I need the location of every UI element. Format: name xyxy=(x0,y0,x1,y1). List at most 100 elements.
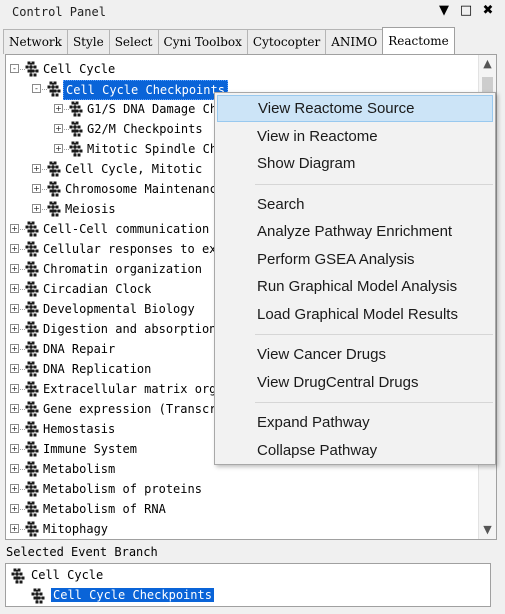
pathway-tree-icon xyxy=(24,501,41,517)
dropdown-icon[interactable]: ▼ xyxy=(437,3,451,18)
tree-row-label[interactable]: Digestion and absorption xyxy=(41,319,218,339)
menu-item-show-diagram[interactable]: Show Diagram xyxy=(217,150,493,177)
pathway-tree-icon xyxy=(10,568,27,584)
collapse-icon[interactable]: - xyxy=(32,84,41,93)
pathway-tree-icon xyxy=(24,361,41,377)
pathway-tree-icon xyxy=(24,241,41,257)
tree-row[interactable]: + Metabolism of proteins xyxy=(6,479,480,499)
tree-row-label[interactable]: Cell Cycle xyxy=(41,59,117,79)
pathway-tree-icon xyxy=(24,521,41,537)
tab-cytocopter[interactable]: Cytocopter xyxy=(246,29,327,54)
menu-separator xyxy=(255,334,493,335)
menu-item-view-reactome-source[interactable]: View Reactome Source xyxy=(217,95,493,122)
expand-icon[interactable]: + xyxy=(10,384,19,393)
expand-icon[interactable]: + xyxy=(54,144,63,153)
tab-style[interactable]: Style xyxy=(66,29,110,54)
tree-row[interactable]: + Metabolism of RNA xyxy=(6,499,480,519)
expand-icon[interactable]: + xyxy=(32,184,41,193)
tree-row-label[interactable]: Cell Cycle, Mitotic xyxy=(63,159,204,179)
pathway-tree-icon xyxy=(24,381,41,397)
tree-row-label[interactable]: DNA Replication xyxy=(41,359,153,379)
tab-reactome[interactable]: Reactome xyxy=(382,27,455,54)
maximize-icon[interactable]: □ xyxy=(459,3,473,18)
tree-row-label[interactable]: Mitophagy xyxy=(41,519,110,539)
tab-cyni-toolbox[interactable]: Cyni Toolbox xyxy=(157,29,248,54)
expand-icon[interactable]: + xyxy=(54,124,63,133)
tree-row-label[interactable]: G2/M Checkpoints xyxy=(85,119,205,139)
menu-separator xyxy=(255,402,493,403)
pathway-tree-icon xyxy=(24,221,41,237)
menu-item-run-graphical-model-analysis[interactable]: Run Graphical Model Analysis xyxy=(217,273,493,300)
expand-icon[interactable]: + xyxy=(54,104,63,113)
branch-item[interactable]: Cell Cycle Checkpoints xyxy=(30,585,214,605)
scroll-up-icon[interactable]: ▲ xyxy=(479,55,496,73)
expand-icon[interactable]: + xyxy=(10,524,19,533)
pathway-tree-icon xyxy=(68,121,85,137)
menu-item-collapse-pathway[interactable]: Collapse Pathway xyxy=(217,437,493,464)
expand-icon[interactable]: + xyxy=(10,464,19,473)
menu-item-perform-gsea-analysis[interactable]: Perform GSEA Analysis xyxy=(217,246,493,273)
expand-icon[interactable]: + xyxy=(10,364,19,373)
menu-item-search[interactable]: Search xyxy=(217,191,493,218)
tree-row-label[interactable]: Metabolism of proteins xyxy=(41,479,204,499)
pathway-tree-icon xyxy=(24,421,41,437)
pathway-tree-icon xyxy=(68,141,85,157)
window-controls: ▼ □ ✖ xyxy=(437,3,495,18)
tree-row-label[interactable]: Cell Cycle Checkpoints xyxy=(63,80,228,100)
pathway-tree-icon xyxy=(24,341,41,357)
scroll-down-icon[interactable]: ▼ xyxy=(479,521,496,539)
expand-icon[interactable]: + xyxy=(10,344,19,353)
tree-row-label[interactable]: Chromosome Maintenance xyxy=(63,179,226,199)
expand-icon[interactable]: + xyxy=(10,224,19,233)
title-bar: Control Panel ▼ □ ✖ xyxy=(0,0,505,26)
menu-item-expand-pathway[interactable]: Expand Pathway xyxy=(217,409,493,436)
expand-icon[interactable]: + xyxy=(10,484,19,493)
expand-icon[interactable]: + xyxy=(10,284,19,293)
selected-event-branch-label: Selected Event Branch xyxy=(6,545,158,559)
tab-strip: Network Style Select Cyni Toolbox Cytocopter… xyxy=(3,27,455,54)
tree-row[interactable]: + Mitophagy xyxy=(6,519,480,539)
expand-icon[interactable]: + xyxy=(32,204,41,213)
menu-item-view-in-reactome[interactable]: View in Reactome xyxy=(217,123,493,150)
tree-row-label[interactable]: Developmental Biology xyxy=(41,299,197,319)
tree-row[interactable]: - Cell Cycle xyxy=(6,59,480,79)
menu-item-load-graphical-model-results[interactable]: Load Graphical Model Results xyxy=(217,301,493,328)
expand-icon[interactable]: + xyxy=(10,444,19,453)
expand-icon[interactable]: + xyxy=(10,304,19,313)
expand-icon[interactable]: + xyxy=(10,504,19,513)
tree-row-label[interactable]: Metabolism of RNA xyxy=(41,499,168,519)
pathway-tree-icon xyxy=(24,301,41,317)
tree-row-label[interactable]: Immune System xyxy=(41,439,139,459)
pathway-tree-icon xyxy=(24,441,41,457)
tree-row-label[interactable]: Meiosis xyxy=(63,199,118,219)
selected-event-branch-panel: Cell Cycle Cell Cycle Checkpoints xyxy=(5,563,491,607)
expand-icon[interactable]: + xyxy=(10,404,19,413)
tree-row-label[interactable]: Circadian Clock xyxy=(41,279,153,299)
tree-row-label[interactable]: Cell-Cell communication xyxy=(41,219,211,239)
tree-row-label[interactable]: Metabolism xyxy=(41,459,117,479)
tab-animo[interactable]: ANIMO xyxy=(325,29,384,54)
expand-icon[interactable]: + xyxy=(10,424,19,433)
expand-icon[interactable]: + xyxy=(10,244,19,253)
tree-row-label[interactable]: Hemostasis xyxy=(41,419,117,439)
expand-icon[interactable]: + xyxy=(10,264,19,273)
tab-network[interactable]: Network xyxy=(3,29,68,54)
expand-icon[interactable]: + xyxy=(32,164,41,173)
pathway-tree-icon xyxy=(24,261,41,277)
pathway-tree-icon xyxy=(24,461,41,477)
menu-item-view-drugcentral-drugs[interactable]: View DrugCentral Drugs xyxy=(217,369,493,396)
branch-item-label[interactable]: Cell Cycle xyxy=(31,568,103,582)
menu-item-analyze-pathway-enrichment[interactable]: Analyze Pathway Enrichment xyxy=(217,218,493,245)
menu-item-view-cancer-drugs[interactable]: View Cancer Drugs xyxy=(217,341,493,368)
pathway-tree-icon xyxy=(24,281,41,297)
close-icon[interactable]: ✖ xyxy=(481,3,495,18)
tab-select[interactable]: Select xyxy=(108,29,159,54)
branch-item[interactable]: Cell Cycle xyxy=(10,565,103,585)
tree-row-label[interactable]: Chromatin organization xyxy=(41,259,204,279)
branch-item-label[interactable]: Cell Cycle Checkpoints xyxy=(51,588,214,602)
expand-icon[interactable]: + xyxy=(10,324,19,333)
tree-row-label[interactable]: DNA Repair xyxy=(41,339,117,359)
pathway-tree-icon xyxy=(46,161,63,177)
collapse-icon[interactable]: - xyxy=(10,64,19,73)
menu-separator xyxy=(255,183,493,185)
